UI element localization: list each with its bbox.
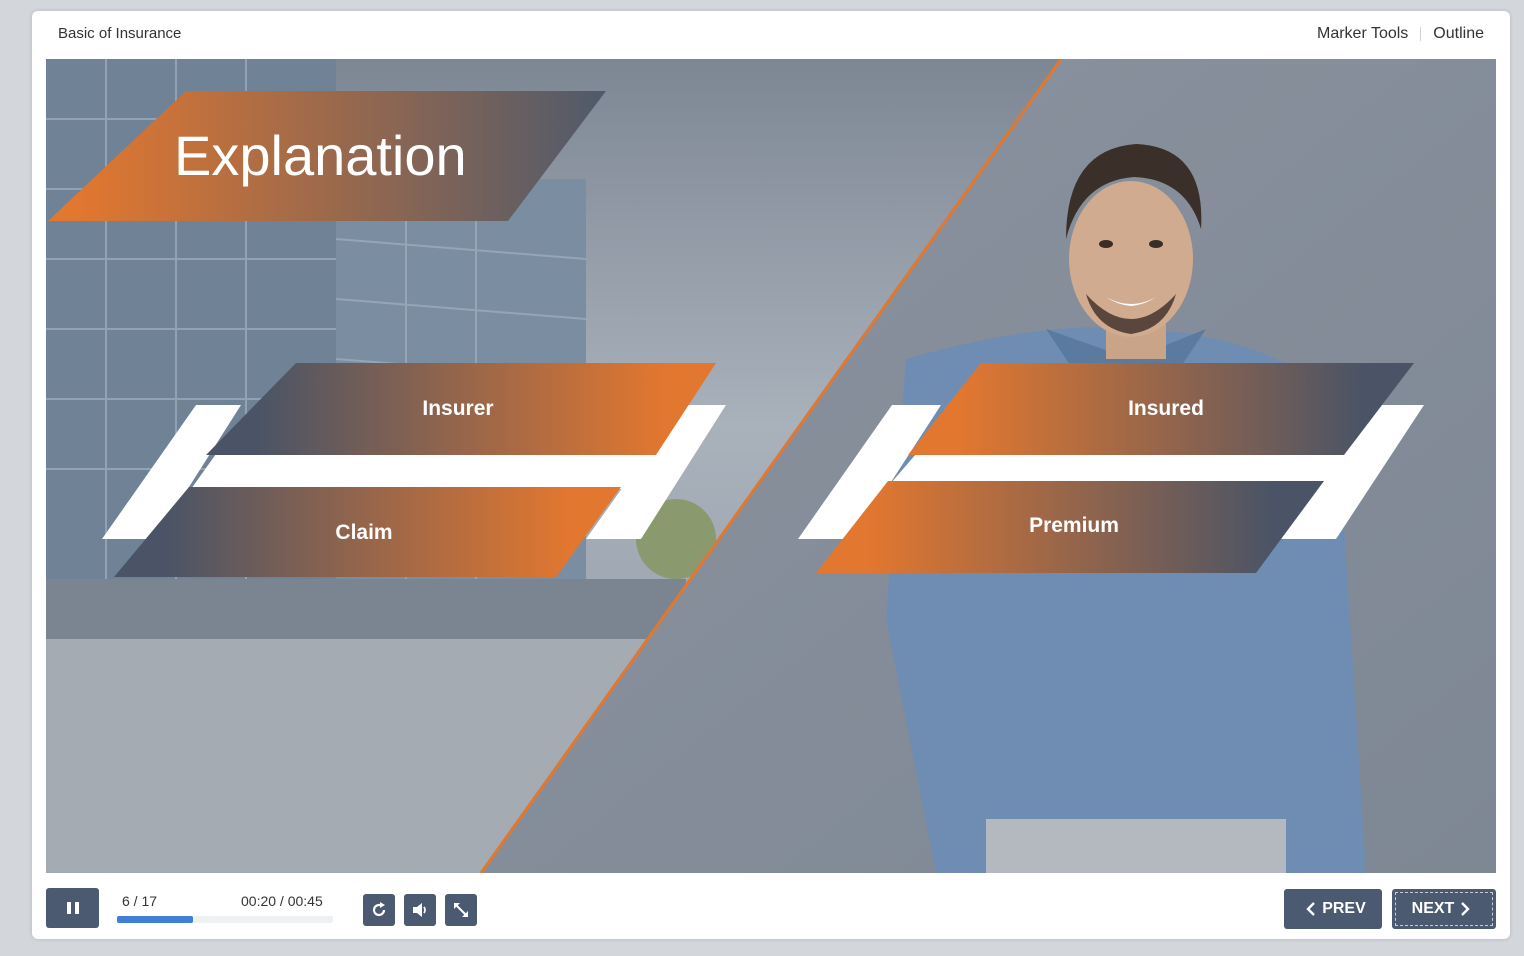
player-topbar: Basic of Insurance Marker Tools Outline	[32, 11, 1510, 59]
slide-stage: Explanation Insurer Claim Insured Premiu…	[46, 59, 1496, 873]
progress-bar[interactable]	[117, 916, 333, 923]
slide-canvas: Explanation Insurer Claim Insured Premiu…	[46, 59, 1496, 873]
next-button[interactable]: NEXT	[1392, 889, 1496, 929]
slide-counter: 6 / 17	[122, 893, 158, 909]
prev-label: PREV	[1322, 900, 1366, 917]
insured-label: Insured	[1128, 397, 1204, 420]
top-links: Marker Tools Outline	[1317, 25, 1484, 43]
outline-link[interactable]: Outline	[1433, 25, 1484, 43]
replay-button[interactable]	[363, 894, 395, 926]
insurer-label: Insurer	[422, 397, 493, 420]
course-title: Basic of Insurance	[58, 25, 182, 42]
course-player: Basic of Insurance Marker Tools Outline	[32, 11, 1510, 939]
time-display: 00:20 / 00:45	[241, 893, 323, 909]
prev-button[interactable]: PREV	[1284, 889, 1382, 929]
pause-icon	[66, 902, 79, 914]
replay-icon	[372, 902, 386, 917]
player-controls: 6 / 17 00:20 / 00:45 PREV NEXT	[32, 873, 1510, 939]
premium-label: Premium	[1029, 514, 1119, 537]
fullscreen-button[interactable]	[445, 894, 477, 926]
chevron-right-icon	[1461, 902, 1471, 916]
volume-button[interactable]	[404, 894, 436, 926]
marker-tools-link[interactable]: Marker Tools	[1317, 25, 1408, 43]
pause-button[interactable]	[46, 888, 99, 928]
volume-icon	[413, 903, 426, 917]
progress-fill	[117, 916, 193, 923]
chevron-left-icon	[1306, 902, 1316, 916]
link-divider	[1420, 27, 1422, 41]
next-label: NEXT	[1411, 900, 1455, 917]
slide-title: Explanation	[174, 124, 467, 187]
fullscreen-icon	[454, 903, 468, 917]
claim-label: Claim	[335, 521, 392, 544]
